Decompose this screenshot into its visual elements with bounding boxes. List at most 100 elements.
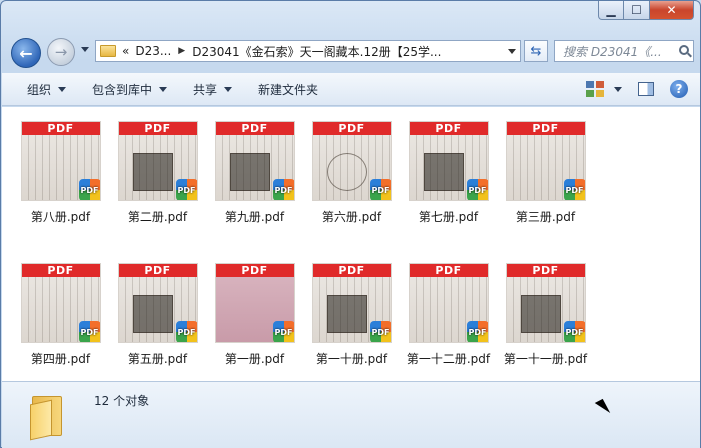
pdf-band-label: PDF bbox=[21, 122, 100, 135]
folder-icon bbox=[30, 392, 66, 441]
pdf-band-label: PDF bbox=[118, 122, 197, 135]
pdf-thumbnail: PDF PDF bbox=[20, 121, 101, 201]
pdf-app-icon: PDF bbox=[466, 179, 488, 200]
folder-icon bbox=[100, 45, 116, 57]
toolbar-right: ? bbox=[586, 80, 688, 98]
file-name: 第一十二册.pdf bbox=[406, 352, 491, 366]
pdf-thumbnail: PDF PDF bbox=[311, 121, 392, 201]
pdf-thumbnail: PDF PDF bbox=[408, 121, 489, 201]
file-name: 第三册.pdf bbox=[515, 210, 576, 224]
pdf-app-icon: PDF bbox=[272, 179, 294, 200]
pdf-app-icon: PDF bbox=[563, 321, 585, 342]
search-placeholder: 搜索 D23041《... bbox=[563, 44, 662, 59]
breadcrumb-item-current[interactable]: D23041《金石索》天一阁藏本.12册【25学... bbox=[192, 43, 441, 60]
pdf-app-icon: PDF bbox=[175, 179, 197, 200]
pdf-thumbnail: PDF PDF bbox=[505, 263, 586, 343]
pdf-band-label: PDF bbox=[118, 264, 197, 277]
file-item[interactable]: PDF PDF 第九册.pdf bbox=[206, 119, 303, 261]
arrow-right-icon: → bbox=[54, 43, 68, 61]
share-label: 共享 bbox=[193, 82, 218, 97]
item-count: 12 个对象 bbox=[94, 394, 150, 408]
preview-pane-icon[interactable] bbox=[638, 82, 654, 96]
file-item[interactable]: PDF PDF 第二册.pdf bbox=[109, 119, 206, 261]
pdf-thumbnail: PDF PDF bbox=[214, 263, 295, 343]
illustration-icon bbox=[229, 153, 270, 191]
illustration-icon bbox=[520, 295, 561, 333]
organize-menu[interactable]: 组织 bbox=[2, 73, 79, 105]
pdf-thumbnail: PDF PDF bbox=[117, 121, 198, 201]
pdf-band-label: PDF bbox=[312, 264, 391, 277]
pdf-app-icon: PDF bbox=[563, 179, 585, 200]
include-library-label: 包含到库中 bbox=[92, 82, 153, 97]
breadcrumb-separator-icon[interactable]: ▶ bbox=[178, 46, 185, 56]
refresh-icon: ⇆ bbox=[530, 43, 542, 59]
search-icon[interactable] bbox=[679, 45, 689, 55]
pdf-thumbnail: PDF PDF bbox=[117, 263, 198, 343]
arrow-left-icon: ← bbox=[19, 43, 33, 63]
pdf-app-icon: PDF bbox=[466, 321, 488, 342]
file-name: 第五册.pdf bbox=[127, 352, 188, 366]
breadcrumb-item-parent[interactable]: D23... bbox=[135, 44, 171, 58]
pdf-band-label: PDF bbox=[506, 264, 585, 277]
view-options-chevron-icon[interactable] bbox=[614, 86, 622, 92]
illustration-icon bbox=[132, 295, 173, 333]
file-item[interactable]: PDF PDF 第八册.pdf bbox=[12, 119, 109, 261]
file-name: 第二册.pdf bbox=[127, 210, 188, 224]
file-name: 第七册.pdf bbox=[418, 210, 479, 224]
close-button[interactable]: ✕ bbox=[650, 1, 694, 20]
file-name: 第一册.pdf bbox=[224, 352, 285, 366]
address-bar[interactable]: « D23... ▶ D23041《金石索》天一阁藏本.12册【25学... bbox=[95, 40, 521, 62]
pdf-app-icon: PDF bbox=[272, 321, 294, 342]
new-folder-button[interactable]: 新建文件夹 bbox=[245, 73, 331, 105]
back-button[interactable]: ← bbox=[11, 38, 41, 68]
file-name: 第四册.pdf bbox=[30, 352, 91, 366]
forward-button[interactable]: → bbox=[47, 38, 75, 66]
chevron-down-icon bbox=[224, 86, 233, 92]
organize-label: 组织 bbox=[27, 82, 52, 97]
pdf-app-icon: PDF bbox=[369, 321, 391, 342]
address-dropdown-icon[interactable] bbox=[508, 49, 516, 54]
file-item[interactable]: PDF PDF 第七册.pdf bbox=[400, 119, 497, 261]
refresh-button[interactable]: ⇆ bbox=[524, 40, 548, 62]
pdf-band-label: PDF bbox=[506, 122, 585, 135]
illustration-icon bbox=[132, 153, 173, 191]
illustration-icon bbox=[326, 153, 367, 191]
file-name: 第九册.pdf bbox=[224, 210, 285, 224]
file-name: 第一十册.pdf bbox=[315, 352, 388, 366]
explorer-window: ▁ ☐ ✕ ← → « D23... ▶ D23041《金石索》天一阁藏本.12… bbox=[0, 0, 701, 448]
search-input[interactable]: 搜索 D23041《... bbox=[554, 40, 694, 62]
illustration-icon bbox=[326, 295, 367, 333]
pdf-band-label: PDF bbox=[215, 122, 294, 135]
pdf-band-label: PDF bbox=[409, 264, 488, 277]
pdf-app-icon: PDF bbox=[78, 321, 100, 342]
chevron-down-icon bbox=[159, 86, 168, 92]
file-grid: PDF PDF 第八册.pdf PDF PDF 第二册.pdf PDF PDF 第九册.pdf P… bbox=[12, 119, 594, 403]
pdf-band-label: PDF bbox=[312, 122, 391, 135]
pdf-thumbnail: PDF PDF bbox=[408, 263, 489, 343]
pdf-band-label: PDF bbox=[409, 122, 488, 135]
file-item[interactable]: PDF PDF 第三册.pdf bbox=[497, 119, 594, 261]
maximize-button[interactable]: ☐ bbox=[624, 1, 650, 20]
pdf-band-label: PDF bbox=[215, 264, 294, 277]
details-pane: 12 个对象 bbox=[2, 381, 700, 448]
recent-pages-dropdown[interactable] bbox=[81, 47, 89, 52]
include-in-library-menu[interactable]: 包含到库中 bbox=[79, 73, 180, 105]
pdf-thumbnail: PDF PDF bbox=[214, 121, 295, 201]
window-controls: ▁ ☐ ✕ bbox=[598, 1, 694, 21]
share-menu[interactable]: 共享 bbox=[180, 73, 245, 105]
pdf-thumbnail: PDF PDF bbox=[20, 263, 101, 343]
illustration-icon bbox=[423, 153, 464, 191]
file-name: 第六册.pdf bbox=[321, 210, 382, 224]
change-view-icon[interactable] bbox=[586, 81, 604, 97]
pdf-band-label: PDF bbox=[21, 264, 100, 277]
pdf-app-icon: PDF bbox=[369, 179, 391, 200]
breadcrumb-chevron[interactable]: « bbox=[122, 44, 129, 58]
minimize-button[interactable]: ▁ bbox=[598, 1, 624, 20]
file-item[interactable]: PDF PDF 第六册.pdf bbox=[303, 119, 400, 261]
command-bar: 组织 包含到库中 共享 新建文件夹 ? bbox=[2, 73, 700, 106]
pdf-thumbnail: PDF PDF bbox=[311, 263, 392, 343]
new-folder-label: 新建文件夹 bbox=[258, 82, 319, 97]
file-list-area: PDF PDF 第八册.pdf PDF PDF 第二册.pdf PDF PDF 第九册.pdf P… bbox=[2, 107, 700, 381]
help-icon[interactable]: ? bbox=[670, 80, 688, 98]
file-name: 第八册.pdf bbox=[30, 210, 91, 224]
